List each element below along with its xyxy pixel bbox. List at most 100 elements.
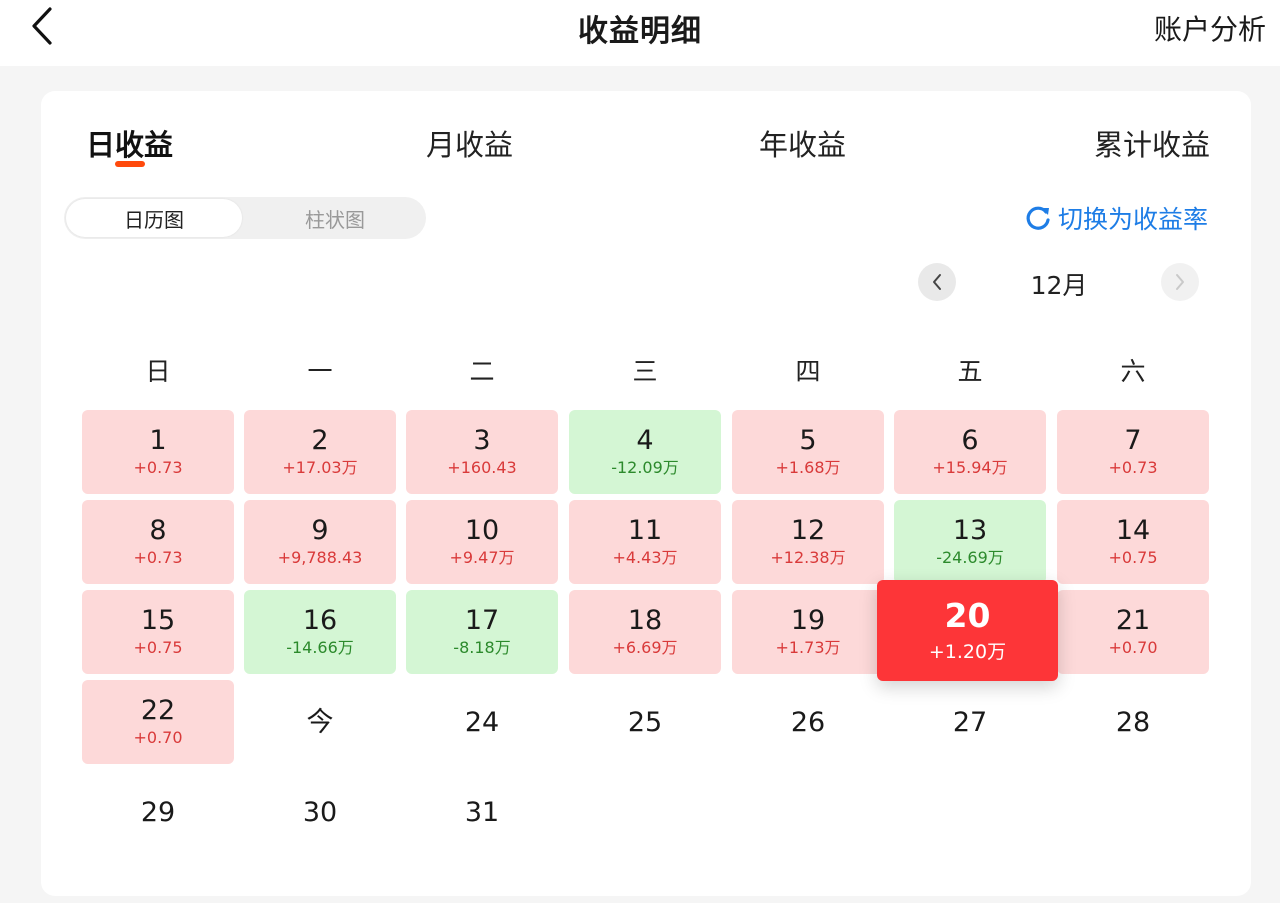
calendar-day-number: 9 (311, 515, 329, 546)
refresh-icon (1026, 206, 1050, 230)
current-month-label: 12月 (1030, 271, 1088, 300)
calendar-day-number: 17 (464, 605, 500, 636)
calendar-day-number: 22 (140, 695, 176, 726)
calendar-day-earnings: +0.75 (1108, 548, 1158, 567)
calendar-day-cell[interactable]: 15 +0.75 (82, 590, 234, 674)
calendar-day-number: 15 (140, 605, 176, 636)
calendar-day-cell[interactable]: 27 (894, 680, 1046, 764)
calendar-day-number: 8 (149, 515, 167, 546)
tab-daily-earnings[interactable]: 日收益 (86, 122, 173, 164)
calendar-day-cell[interactable]: 6 +15.94万 (894, 410, 1046, 494)
weekday-label: 一 (307, 357, 333, 386)
calendar-day-earnings: +17.03万 (282, 458, 358, 477)
calendar-day-cell[interactable]: 9 +9,788.43 (244, 500, 396, 584)
switch-to-rate-label: 切换为收益率 (1058, 205, 1209, 234)
calendar-day-number: 16 (302, 605, 338, 636)
calendar-day-earnings: -12.09万 (611, 458, 679, 477)
calendar-day-number: 4 (636, 425, 654, 456)
calendar-day-cell[interactable]: 2 +17.03万 (244, 410, 396, 494)
calendar-day-number: 18 (627, 605, 663, 636)
calendar-day-cell[interactable]: 7 +0.73 (1057, 410, 1209, 494)
calendar-day-cell[interactable]: 1 +0.73 (82, 410, 234, 494)
weekday-label: 四 (795, 357, 821, 386)
calendar-day-cell[interactable]: 3 +160.43 (406, 410, 558, 494)
calendar-day-cell[interactable]: 29 (82, 770, 234, 854)
calendar-day-cell[interactable]: 19 +1.73万 (732, 590, 884, 674)
calendar-day-number: 2 (311, 425, 329, 456)
calendar-day-cell[interactable]: 11 +4.43万 (569, 500, 721, 584)
switch-to-rate-button[interactable]: 切换为收益率 (1024, 200, 1208, 236)
calendar-day-cell[interactable]: 14 +0.75 (1057, 500, 1209, 584)
calendar-day-cell[interactable]: 30 (244, 770, 396, 854)
chevron-left-icon (32, 7, 52, 45)
calendar-day-cell[interactable]: 17 -8.18万 (406, 590, 558, 674)
calendar-day-number: 28 (1115, 706, 1151, 738)
calendar-day-earnings: -24.69万 (936, 548, 1004, 567)
calendar-day-cell[interactable]: 4 -12.09万 (569, 410, 721, 494)
weekday-label: 二 (469, 357, 495, 386)
calendar-day-cell-selected[interactable]: 20 +1.20万 (877, 580, 1058, 681)
calendar-day-number: 6 (961, 425, 979, 456)
calendar-day-number: 5 (799, 425, 817, 456)
tab-yearly-earnings[interactable]: 年收益 (759, 122, 846, 164)
account-analysis-link[interactable]: 账户分析 (1154, 8, 1266, 48)
calendar-day-number: 10 (464, 515, 500, 546)
calendar-day-cell[interactable]: 今 (244, 680, 396, 764)
calendar-view-option[interactable]: 日历图 (66, 199, 242, 237)
calendar-day-number: 1 (149, 425, 167, 456)
calendar-day-cell[interactable]: 12 +12.38万 (732, 500, 884, 584)
calendar-day-number: 20 (944, 595, 991, 635)
calendar-day-earnings: +9,788.43 (277, 548, 363, 567)
bar-chart-view-option[interactable]: 柱状图 (247, 199, 423, 237)
calendar-day-earnings: +1.20万 (928, 640, 1007, 663)
calendar-day-number: 31 (464, 796, 500, 828)
calendar-day-cell[interactable]: 24 (406, 680, 558, 764)
calendar-day-earnings: +0.70 (133, 728, 183, 747)
calendar-day-earnings: +0.73 (1108, 458, 1158, 477)
calendar-day-cell[interactable]: 16 -14.66万 (244, 590, 396, 674)
chevron-right-icon (1176, 274, 1184, 290)
next-month-button[interactable] (1161, 263, 1199, 301)
calendar-day-number: 11 (627, 515, 663, 546)
calendar-day-number: 19 (790, 605, 826, 636)
calendar-day-number: 24 (464, 706, 500, 738)
chevron-left-icon (933, 274, 941, 290)
calendar-day-earnings: -8.18万 (453, 638, 511, 657)
previous-month-button[interactable] (918, 263, 956, 301)
calendar-day-earnings: +0.73 (133, 548, 183, 567)
calendar-day-earnings: +15.94万 (932, 458, 1008, 477)
tab-monthly-earnings[interactable]: 月收益 (426, 122, 513, 164)
calendar-day-cell[interactable]: 26 (732, 680, 884, 764)
weekday-label: 五 (957, 357, 983, 386)
weekday-label: 六 (1120, 357, 1146, 386)
back-button[interactable] (22, 4, 62, 48)
weekday-label: 三 (632, 357, 658, 386)
calendar-day-cell[interactable]: 13 -24.69万 (894, 500, 1046, 584)
calendar-day-earnings: +12.38万 (770, 548, 846, 567)
calendar-day-cell[interactable]: 25 (569, 680, 721, 764)
calendar-day-earnings: +1.73万 (775, 638, 841, 657)
calendar-day-cell[interactable]: 5 +1.68万 (732, 410, 884, 494)
calendar-day-earnings: +6.69万 (612, 638, 678, 657)
calendar-day-earnings: +1.68万 (775, 458, 841, 477)
calendar-day-number: 27 (952, 706, 988, 738)
calendar-day-cell[interactable]: 18 +6.69万 (569, 590, 721, 674)
calendar-day-number: 12 (790, 515, 826, 546)
calendar-day-earnings: +160.43 (447, 458, 517, 477)
weekday-label: 日 (145, 357, 171, 386)
calendar-day-number: 7 (1124, 425, 1142, 456)
calendar-day-earnings: +0.70 (1108, 638, 1158, 657)
calendar-day-cell[interactable]: 8 +0.73 (82, 500, 234, 584)
calendar-day-cell[interactable]: 21 +0.70 (1057, 590, 1209, 674)
calendar-day-cell[interactable]: 22 +0.70 (82, 680, 234, 764)
calendar-day-number: 13 (952, 515, 988, 546)
calendar-day-cell[interactable]: 31 (406, 770, 558, 854)
view-toggle: 日历图 柱状图 (64, 197, 426, 239)
calendar-day-cell[interactable]: 28 (1057, 680, 1209, 764)
top-bar: 收益明细 账户分析 (0, 0, 1280, 66)
active-tab-indicator (115, 161, 145, 167)
calendar-day-cell[interactable]: 10 +9.47万 (406, 500, 558, 584)
tab-cumulative-earnings[interactable]: 累计收益 (1094, 122, 1210, 164)
page-title: 收益明细 (578, 14, 702, 49)
calendar-day-earnings: +4.43万 (612, 548, 678, 567)
